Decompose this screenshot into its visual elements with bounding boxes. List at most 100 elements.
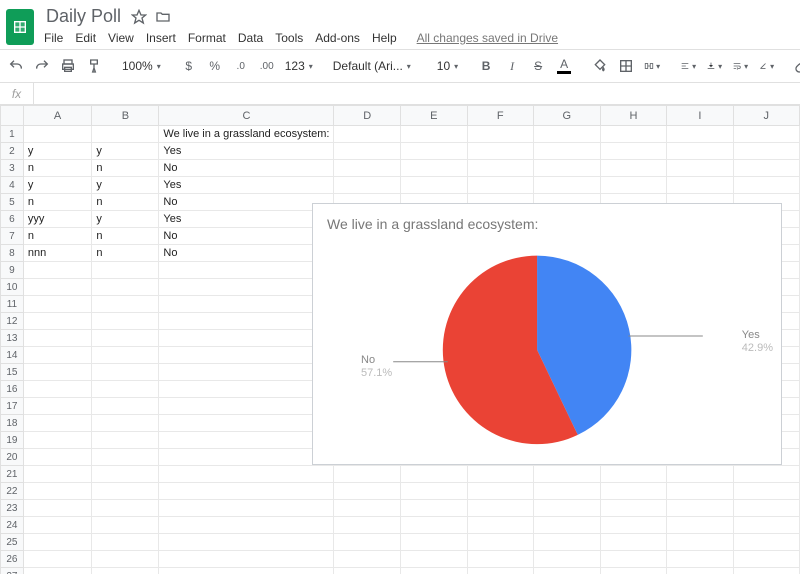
cell[interactable] [467, 143, 533, 160]
cell[interactable] [159, 364, 334, 381]
cell[interactable] [334, 466, 401, 483]
menu-view[interactable]: View [108, 31, 134, 45]
cell[interactable] [334, 500, 401, 517]
cell[interactable]: y [92, 177, 159, 194]
cell[interactable] [667, 160, 733, 177]
cell[interactable] [667, 466, 733, 483]
column-header[interactable]: J [733, 106, 799, 126]
cell[interactable]: n [23, 194, 92, 211]
menu-data[interactable]: Data [238, 31, 263, 45]
cell[interactable] [92, 330, 159, 347]
row-header[interactable]: 25 [1, 534, 24, 551]
cell[interactable] [23, 296, 92, 313]
cell[interactable]: y [23, 177, 92, 194]
cell[interactable]: No [159, 245, 334, 262]
horizontal-align-button[interactable]: ▾ [678, 54, 698, 78]
row-header[interactable]: 4 [1, 177, 24, 194]
cell[interactable] [467, 160, 533, 177]
cell[interactable] [23, 279, 92, 296]
cell[interactable] [401, 160, 468, 177]
cell[interactable] [92, 126, 159, 143]
cell[interactable] [733, 500, 799, 517]
cell[interactable]: y [23, 143, 92, 160]
cell[interactable] [667, 177, 733, 194]
cell[interactable] [534, 517, 601, 534]
borders-button[interactable] [616, 54, 636, 78]
move-folder-icon[interactable] [155, 9, 171, 25]
row-header[interactable]: 11 [1, 296, 24, 313]
cell[interactable] [92, 313, 159, 330]
cell[interactable] [600, 143, 667, 160]
cell[interactable] [23, 364, 92, 381]
cell[interactable] [23, 534, 92, 551]
cell[interactable] [600, 126, 667, 143]
cell[interactable] [401, 517, 468, 534]
vertical-align-button[interactable]: ▾ [704, 54, 724, 78]
cell[interactable] [467, 177, 533, 194]
cell[interactable] [334, 126, 401, 143]
cell[interactable] [667, 534, 733, 551]
cell[interactable] [92, 262, 159, 279]
cell[interactable] [467, 568, 533, 574]
cell[interactable] [467, 534, 533, 551]
row-header[interactable]: 24 [1, 517, 24, 534]
cell[interactable]: n [92, 194, 159, 211]
cell[interactable] [667, 517, 733, 534]
cell[interactable] [159, 483, 334, 500]
cell[interactable] [401, 534, 468, 551]
cell[interactable] [667, 126, 733, 143]
cell[interactable] [159, 534, 334, 551]
cell[interactable] [334, 517, 401, 534]
cell[interactable] [401, 568, 468, 574]
save-status[interactable]: All changes saved in Drive [417, 31, 558, 45]
merge-cells-button[interactable]: ▾ [642, 54, 662, 78]
row-header[interactable]: 16 [1, 381, 24, 398]
cell[interactable] [159, 568, 334, 574]
cell[interactable] [534, 466, 601, 483]
cell[interactable] [600, 466, 667, 483]
cell[interactable] [159, 262, 334, 279]
column-header[interactable]: I [667, 106, 733, 126]
row-header[interactable]: 7 [1, 228, 24, 245]
print-icon[interactable] [58, 54, 78, 78]
cell[interactable] [467, 466, 533, 483]
number-format-select[interactable]: 123▾ [283, 55, 315, 77]
cell[interactable] [23, 313, 92, 330]
column-header[interactable]: B [92, 106, 159, 126]
document-title[interactable]: Daily Poll [44, 4, 123, 29]
cell[interactable] [600, 483, 667, 500]
cell[interactable] [23, 126, 92, 143]
cell[interactable]: y [92, 143, 159, 160]
menu-edit[interactable]: Edit [75, 31, 96, 45]
cell[interactable] [23, 568, 92, 574]
cell[interactable]: n [92, 245, 159, 262]
row-header[interactable]: 23 [1, 500, 24, 517]
cell[interactable] [667, 568, 733, 574]
cell[interactable] [467, 483, 533, 500]
column-header[interactable]: A [23, 106, 92, 126]
cell[interactable] [600, 500, 667, 517]
cell[interactable] [159, 279, 334, 296]
cell[interactable] [92, 500, 159, 517]
cell[interactable] [600, 534, 667, 551]
menu-file[interactable]: File [44, 31, 63, 45]
cell[interactable]: Yes [159, 143, 334, 160]
cell[interactable]: Yes [159, 211, 334, 228]
bold-button[interactable]: B [476, 54, 496, 78]
cell[interactable] [467, 126, 533, 143]
cell[interactable] [92, 534, 159, 551]
cell[interactable]: yyy [23, 211, 92, 228]
cell[interactable] [159, 313, 334, 330]
menu-addons[interactable]: Add-ons [315, 31, 360, 45]
cell[interactable] [733, 126, 799, 143]
cell[interactable] [159, 449, 334, 466]
strikethrough-button[interactable]: S [528, 54, 548, 78]
row-header[interactable]: 13 [1, 330, 24, 347]
cell[interactable] [92, 449, 159, 466]
cell[interactable] [23, 449, 92, 466]
font-family-select[interactable]: Default (Ari...▾ [331, 55, 419, 77]
row-header[interactable]: 17 [1, 398, 24, 415]
cell[interactable] [92, 364, 159, 381]
row-header[interactable]: 14 [1, 347, 24, 364]
cell[interactable] [92, 432, 159, 449]
